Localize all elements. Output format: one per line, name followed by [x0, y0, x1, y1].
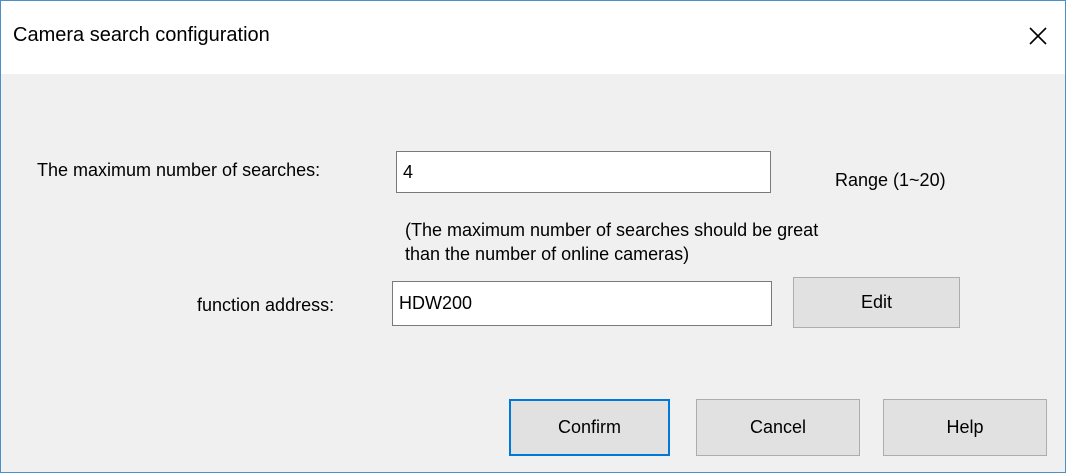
close-icon: [1029, 27, 1047, 45]
max-searches-label: The maximum number of searches:: [37, 160, 321, 180]
note-line-2: than the number of online cameras): [405, 244, 690, 264]
cancel-button[interactable]: Cancel: [696, 399, 860, 456]
max-searches-note: (The maximum number of searches should b…: [405, 218, 925, 266]
function-address-input[interactable]: [392, 281, 772, 326]
title-bar[interactable]: Camera search configuration: [1, 1, 1065, 74]
confirm-button[interactable]: Confirm: [509, 399, 670, 456]
edit-button[interactable]: Edit: [793, 277, 960, 328]
dialog-body: The maximum number of searches: Range (1…: [1, 74, 1065, 472]
max-searches-input[interactable]: [396, 151, 771, 193]
note-line-1: (The maximum number of searches should b…: [405, 220, 819, 240]
range-hint: Range (1~20): [835, 170, 946, 190]
function-address-label: function address:: [197, 295, 335, 315]
help-button[interactable]: Help: [883, 399, 1047, 456]
camera-search-config-dialog: Camera search configuration The maximum …: [0, 0, 1066, 473]
window-title: Camera search configuration: [13, 24, 270, 46]
close-button[interactable]: [1013, 11, 1063, 61]
